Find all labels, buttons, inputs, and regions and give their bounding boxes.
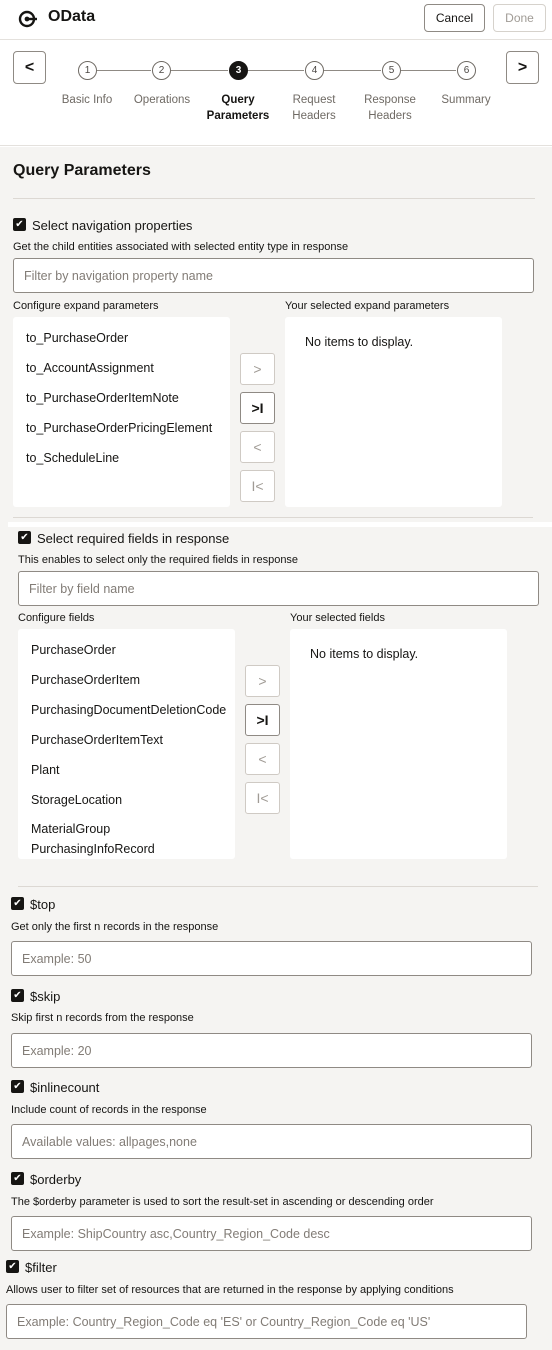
list-item[interactable]: PurchaseOrderItemText [31, 733, 163, 747]
divider [13, 517, 533, 518]
fields-available-header: Configure fields [18, 612, 95, 624]
orderby-label[interactable]: $orderby [30, 1172, 81, 1187]
expand-available-header: Configure expand parameters [13, 300, 159, 312]
inlinecount-label[interactable]: $inlinecount [30, 1080, 99, 1095]
navigation-checkbox-label[interactable]: Select navigation properties [32, 218, 192, 233]
move-all-right-button[interactable]: >I [240, 392, 275, 424]
step-connector [401, 70, 456, 71]
divider [18, 886, 538, 887]
step-connector [248, 70, 304, 71]
cancel-button[interactable]: Cancel [424, 4, 485, 32]
chevron-left-icon: < [24, 58, 35, 76]
done-button[interactable]: Done [493, 4, 546, 32]
orderby-hint: The $orderby parameter is used to sort t… [11, 1196, 434, 1208]
orderby-input[interactable] [11, 1216, 532, 1251]
filter-input[interactable] [6, 1304, 527, 1339]
fields-hint: This enables to select only the required… [18, 554, 299, 566]
move-all-left-button[interactable]: I< [240, 470, 275, 502]
filter-checkbox[interactable]: ✔ [6, 1260, 19, 1273]
fields-checkbox-label[interactable]: Select required fields in response [37, 531, 229, 546]
divider [13, 198, 535, 199]
section-title: Query Parameters [13, 162, 151, 179]
empty-message: No items to display. [305, 335, 414, 349]
fields-checkbox[interactable]: ✔ [18, 531, 31, 544]
skip-label[interactable]: $skip [30, 989, 60, 1004]
list-item[interactable]: to_PurchaseOrderItemNote [26, 391, 179, 405]
list-item[interactable]: to_PurchaseOrderPricingElement [26, 421, 212, 435]
list-item[interactable]: MaterialGroup [31, 822, 110, 836]
fields-available-list: PurchaseOrder PurchaseOrderItem Purchasi… [18, 629, 235, 859]
next-step-button[interactable]: > [506, 51, 539, 84]
fields-selected-header: Your selected fields [290, 612, 385, 624]
step-4-label[interactable]: Request Headers [274, 92, 354, 124]
step-connector [97, 70, 151, 71]
app-title: OData [48, 8, 96, 25]
step-1-circle[interactable]: 1 [78, 61, 97, 80]
step-6-circle[interactable]: 6 [457, 61, 476, 80]
step-2-circle[interactable]: 2 [152, 61, 171, 80]
sheet-edge [8, 522, 552, 527]
top-input[interactable] [11, 941, 532, 976]
inlinecount-input[interactable] [11, 1124, 532, 1159]
navigation-filter-input[interactable] [13, 258, 534, 293]
fields-selected-list: No items to display. [290, 629, 507, 859]
step-connector [171, 70, 228, 71]
list-item[interactable]: PurchaseOrderItem [31, 673, 140, 687]
inlinecount-hint: Include count of records in the response [11, 1104, 207, 1116]
list-item[interactable]: StorageLocation [31, 793, 122, 807]
list-item[interactable]: to_AccountAssignment [26, 361, 154, 375]
top-checkbox[interactable]: ✔ [11, 897, 24, 910]
list-item[interactable]: to_PurchaseOrder [26, 331, 128, 345]
expand-selected-list: No items to display. [285, 317, 502, 507]
expand-selected-header: Your selected expand parameters [285, 300, 450, 312]
step-2-label[interactable]: Operations [122, 92, 202, 108]
step-3-circle[interactable]: 3 [229, 61, 248, 80]
list-item[interactable]: to_ScheduleLine [26, 451, 119, 465]
move-all-left-button[interactable]: I< [245, 782, 280, 814]
filter-hint: Allows user to filter set of resources t… [6, 1284, 454, 1296]
chevron-right-icon: > [517, 58, 528, 76]
wizard-stepper: < > 1 2 3 4 5 6 Basic Info Operations Qu… [0, 40, 552, 146]
skip-input[interactable] [11, 1033, 532, 1068]
move-all-right-button[interactable]: >I [245, 704, 280, 736]
top-hint: Get only the first n records in the resp… [11, 921, 219, 933]
orderby-checkbox[interactable]: ✔ [11, 1172, 24, 1185]
empty-message: No items to display. [310, 647, 419, 661]
step-3-label[interactable]: Query Parameters [198, 92, 278, 124]
move-right-button[interactable]: > [240, 353, 275, 385]
app-header: OData Cancel Done [0, 0, 552, 40]
skip-hint: Skip first n records from the response [11, 1012, 194, 1024]
move-left-button[interactable]: < [240, 431, 275, 463]
move-right-button[interactable]: > [245, 665, 280, 697]
navigation-checkbox[interactable]: ✔ [13, 218, 26, 231]
filter-label[interactable]: $filter [25, 1260, 57, 1275]
step-6-label[interactable]: Summary [426, 92, 506, 108]
odata-logo-icon [18, 10, 37, 28]
skip-checkbox[interactable]: ✔ [11, 989, 24, 1002]
navigation-hint: Get the child entities associated with s… [13, 241, 349, 253]
inlinecount-checkbox[interactable]: ✔ [11, 1080, 24, 1093]
list-item[interactable]: Plant [31, 763, 60, 777]
step-4-circle[interactable]: 4 [305, 61, 324, 80]
step-connector [324, 70, 381, 71]
step-5-circle[interactable]: 5 [382, 61, 401, 80]
move-left-button[interactable]: < [245, 743, 280, 775]
previous-step-button[interactable]: < [13, 51, 46, 84]
list-item[interactable]: PurchaseOrder [31, 643, 116, 657]
step-5-label[interactable]: Response Headers [350, 92, 430, 124]
expand-available-list: to_PurchaseOrder to_AccountAssignment to… [13, 317, 230, 507]
step-1-label[interactable]: Basic Info [47, 92, 127, 108]
fields-filter-input[interactable] [18, 571, 539, 606]
list-item[interactable]: PurchasingInfoRecord [31, 842, 155, 856]
list-item[interactable]: PurchasingDocumentDeletionCode [31, 703, 226, 717]
top-label[interactable]: $top [30, 897, 55, 912]
